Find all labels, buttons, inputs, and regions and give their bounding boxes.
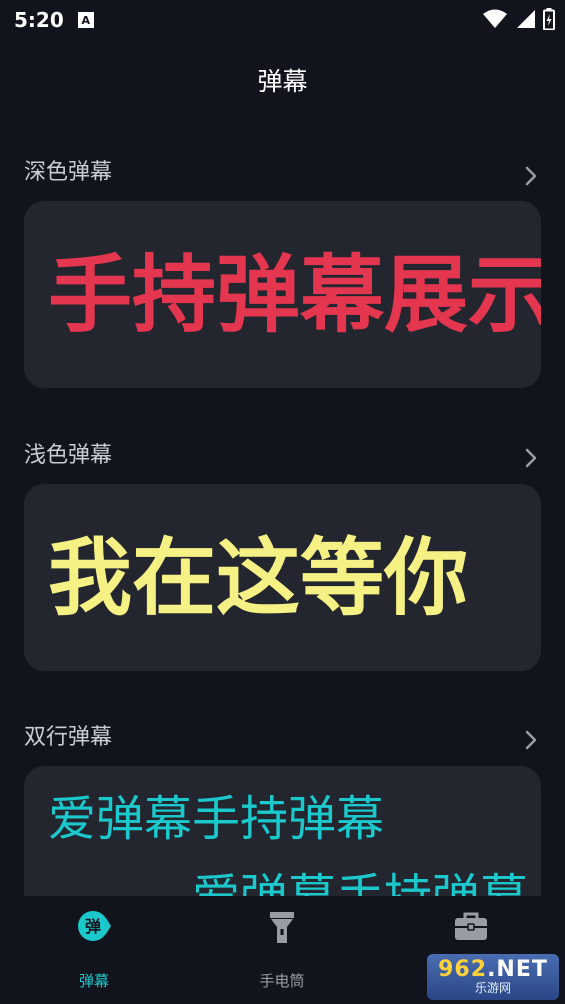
chevron-right-icon[interactable] [523,447,539,469]
page-title: 弹幕 [257,67,308,96]
site-watermark-logo: 962.NET 乐游网 [427,954,559,1000]
status-icons [483,8,555,30]
toolbox-icon [455,912,487,940]
double-danmu-line1: 爱弹幕手持弹幕 [48,791,385,847]
dark-danmu-card[interactable]: 手持弹幕展示 [24,201,541,388]
watermark-top-text: 962.NET [438,957,548,982]
svg-text:弹: 弹 [85,917,101,936]
flashlight-icon [270,912,294,943]
section-double-label: 双行弹幕 [24,725,113,750]
light-danmu-preview-text: 我在这等你 [48,529,469,627]
section-light-label: 浅色弹幕 [24,443,113,468]
danmu-icon: 弹 [78,911,111,941]
chevron-right-icon[interactable] [523,729,539,751]
chevron-right-icon[interactable] [523,165,539,187]
bottom-nav: 弹 弹幕 手电筒 962.NET 乐游网 [0,896,565,1004]
dark-danmu-preview-text: 手持弹幕展示 [48,246,541,344]
light-danmu-card[interactable]: 我在这等你 [24,484,541,671]
section-dark-label: 深色弹幕 [24,160,113,185]
notification-icon: A [77,12,94,28]
status-time: 5:20 [14,8,64,32]
nav-label-danmu: 弹幕 [78,972,109,990]
watermark-bottom-text: 乐游网 [474,981,511,995]
battery-icon [543,8,555,30]
signal-icon [517,10,535,28]
nav-label-flashlight: 手电筒 [259,972,305,990]
status-bar: 5:20 A [0,0,565,40]
wifi-icon [483,9,507,28]
